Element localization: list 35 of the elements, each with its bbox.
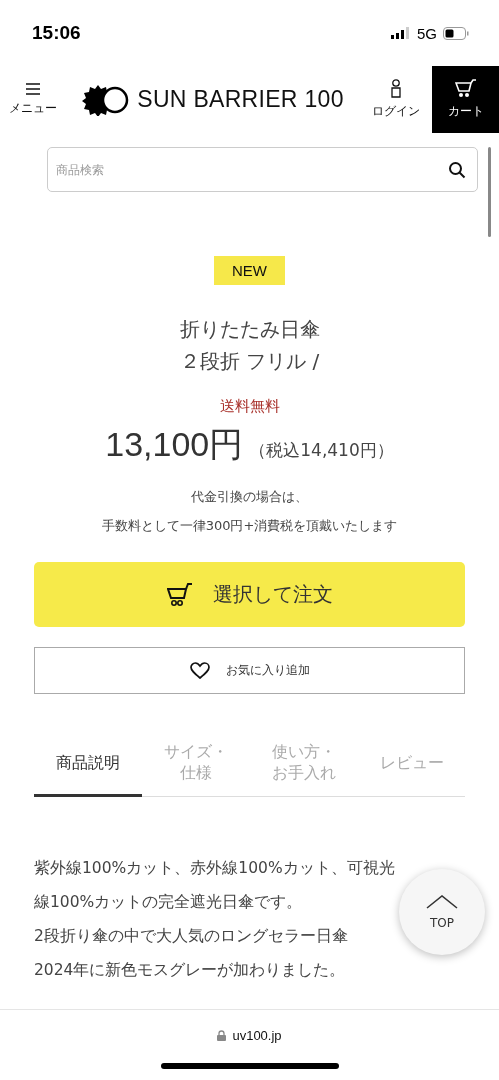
favorite-button[interactable]: お気に入り追加 — [34, 647, 465, 694]
search-field[interactable]: 商品検索 — [47, 147, 478, 192]
battery-icon — [443, 26, 469, 40]
cart-icon — [454, 79, 477, 99]
menu-icon — [25, 82, 41, 96]
new-badge: NEW — [214, 256, 285, 285]
price: 13,100円 — [105, 424, 244, 465]
description-text: 線100%カットの完全遮光日傘です。 — [34, 892, 303, 913]
cart-button[interactable]: カート — [432, 66, 499, 133]
cart-icon — [166, 582, 193, 607]
payment-note: 手数料として一律300円+消費税を頂戴いたします — [101, 517, 398, 535]
network-label: 5G — [417, 24, 437, 42]
lock-icon — [217, 1030, 227, 1041]
description-text: 2段折り傘の中で大人気のロングセラー日傘 — [34, 926, 348, 947]
product-title: 折りたたみ日傘 — [179, 316, 320, 343]
order-button[interactable]: 選択して注文 — [34, 562, 465, 627]
payment-note: 代金引換の場合は、 — [190, 488, 309, 506]
search-icon[interactable] — [448, 161, 466, 179]
url-text[interactable]: uv100.jp — [232, 1028, 282, 1043]
login-button[interactable]: ログイン — [360, 66, 432, 133]
logo-icon — [82, 83, 131, 116]
status-time: 15:06 — [32, 22, 81, 44]
tab[interactable]: 商品説明 — [34, 730, 142, 797]
product-title: ２段折 フリル / — [179, 348, 320, 375]
menu-button[interactable]: メニュー — [0, 66, 66, 133]
back-to-top-button[interactable]: TOP — [399, 869, 485, 955]
tax-price: （税込14,410円） — [249, 439, 394, 462]
description-text: 2024年に新色モスグレーが加わりました。 — [34, 960, 346, 981]
shipping-label: 送料無料 — [219, 397, 280, 416]
heart-icon — [189, 661, 210, 680]
brand-name[interactable]: SUN BARRIER 100 — [137, 86, 344, 113]
signal-icon — [391, 27, 411, 39]
chevron-up-icon — [426, 894, 458, 909]
description-text: 紫外線100%カット、赤外線100%カット、可視光 — [34, 858, 395, 879]
person-icon — [390, 79, 402, 99]
